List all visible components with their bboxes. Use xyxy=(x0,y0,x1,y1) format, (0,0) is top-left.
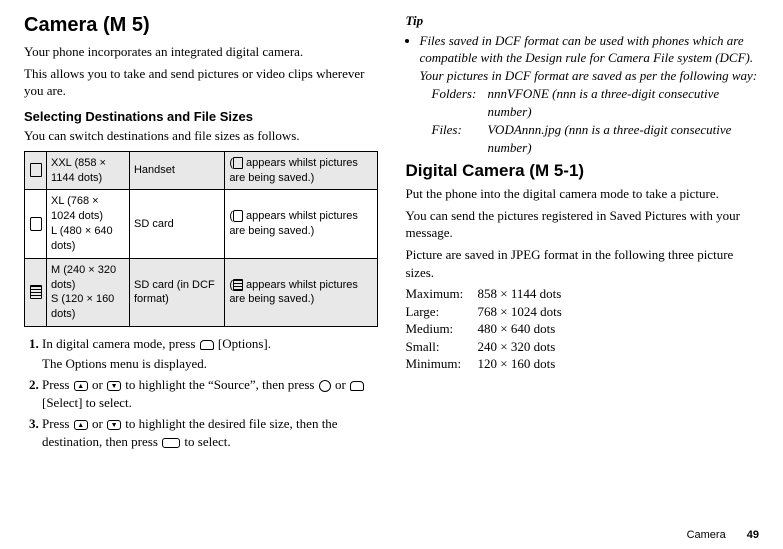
table-row: XL (768 × 1024 dots) L (480 × 640 dots) … xyxy=(25,190,378,258)
nav-down-icon xyxy=(107,381,121,391)
page-footer: Camera 49 xyxy=(24,528,759,543)
steps-list: In digital camera mode, press [Options].… xyxy=(24,335,378,450)
size-row: Minimum:120 × 160 dots xyxy=(406,355,760,373)
size-destination-table: XXL (858 × 1144 dots) Handset ( appears … xyxy=(24,151,378,327)
size-row: Maximum:858 × 1144 dots xyxy=(406,285,760,303)
dc-para-3: Picture are saved in JPEG format in the … xyxy=(406,246,760,281)
size-row: Medium:480 × 640 dots xyxy=(406,320,760,338)
left-column: Camera (M 5) Your phone incorporates an … xyxy=(24,12,378,524)
dest-cell: Handset xyxy=(129,151,224,190)
nav-center-icon xyxy=(162,438,180,448)
page-title: Camera (M 5) xyxy=(24,12,378,39)
footer-label: Camera xyxy=(687,529,726,541)
note-cell: ( appears whilst pictures are being save… xyxy=(225,258,377,326)
size-cell: XL (768 × 1024 dots) L (480 × 640 dots) xyxy=(47,190,130,258)
def-val: nnnVFONE (nnn is a three-digit consecuti… xyxy=(488,85,760,120)
softkey-icon xyxy=(200,340,214,350)
title-menu-ref: (M 5) xyxy=(103,14,150,36)
picture-size-list: Maximum:858 × 1144 dots Large:768 × 1024… xyxy=(406,285,760,373)
table-row: XXL (858 × 1144 dots) Handset ( appears … xyxy=(25,151,378,190)
step-item: In digital camera mode, press [Options].… xyxy=(42,335,378,372)
tip-block: Tip Files saved in DCF format can be use… xyxy=(406,12,760,156)
sd-icon xyxy=(30,217,42,231)
sd-icon xyxy=(233,210,243,222)
size-row: Small:240 × 320 dots xyxy=(406,338,760,356)
title-text: Camera xyxy=(24,14,97,36)
def-row: Folders: nnnVFONE (nnn is a three-digit … xyxy=(432,85,760,120)
note-cell: ( appears whilst pictures are being save… xyxy=(225,190,377,258)
heading-text: Digital Camera xyxy=(406,161,525,180)
page-number: 49 xyxy=(747,529,759,541)
size-cell: M (240 × 320 dots) S (120 × 160 dots) xyxy=(47,258,130,326)
heading-menu-ref: (M 5-1) xyxy=(529,161,584,180)
right-column: Tip Files saved in DCF format can be use… xyxy=(406,12,760,524)
section-intro: You can switch destinations and file siz… xyxy=(24,127,378,145)
nav-down-icon xyxy=(107,420,121,430)
nav-up-icon xyxy=(74,381,88,391)
def-key: Folders: xyxy=(432,85,488,120)
tip-item: Files saved in DCF format can be used wi… xyxy=(420,32,760,157)
step-item: Press or to highlight the “Source”, then… xyxy=(42,376,378,411)
dc-para-1: Put the phone into the digital camera mo… xyxy=(406,185,760,203)
film-icon xyxy=(30,285,42,299)
size-cell: XXL (858 × 1144 dots) xyxy=(47,151,130,190)
dest-cell: SD card xyxy=(129,190,224,258)
note-cell: ( appears whilst pictures are being save… xyxy=(225,151,377,190)
tip-body: Files saved in DCF format can be used wi… xyxy=(420,33,758,83)
intro-para-1: Your phone incorporates an integrated di… xyxy=(24,43,378,61)
nav-up-icon xyxy=(74,420,88,430)
film-icon xyxy=(233,279,243,291)
def-val: VODAnnn.jpg (nnn is a three-digit consec… xyxy=(488,121,760,156)
table-row: M (240 × 320 dots) S (120 × 160 dots) SD… xyxy=(25,258,378,326)
intro-para-2: This allows you to take and send picture… xyxy=(24,65,378,100)
def-key: Files: xyxy=(432,121,488,156)
card-icon xyxy=(30,163,42,177)
step-item: Press or to highlight the desired file s… xyxy=(42,415,378,450)
softkey-icon xyxy=(350,381,364,391)
section-heading-destinations: Selecting Destinations and File Sizes xyxy=(24,108,378,126)
dest-cell: SD card (in DCF format) xyxy=(129,258,224,326)
step-sub: The Options menu is displayed. xyxy=(42,355,378,373)
dc-para-2: You can send the pictures registered in … xyxy=(406,207,760,242)
def-row: Files: VODAnnn.jpg (nnn is a three-digit… xyxy=(432,121,760,156)
tip-heading: Tip xyxy=(406,12,760,30)
size-row: Large:768 × 1024 dots xyxy=(406,303,760,321)
nav-center-icon xyxy=(319,380,331,392)
card-icon xyxy=(233,157,243,169)
section-heading-digital-camera: Digital Camera (M 5-1) xyxy=(406,160,760,183)
